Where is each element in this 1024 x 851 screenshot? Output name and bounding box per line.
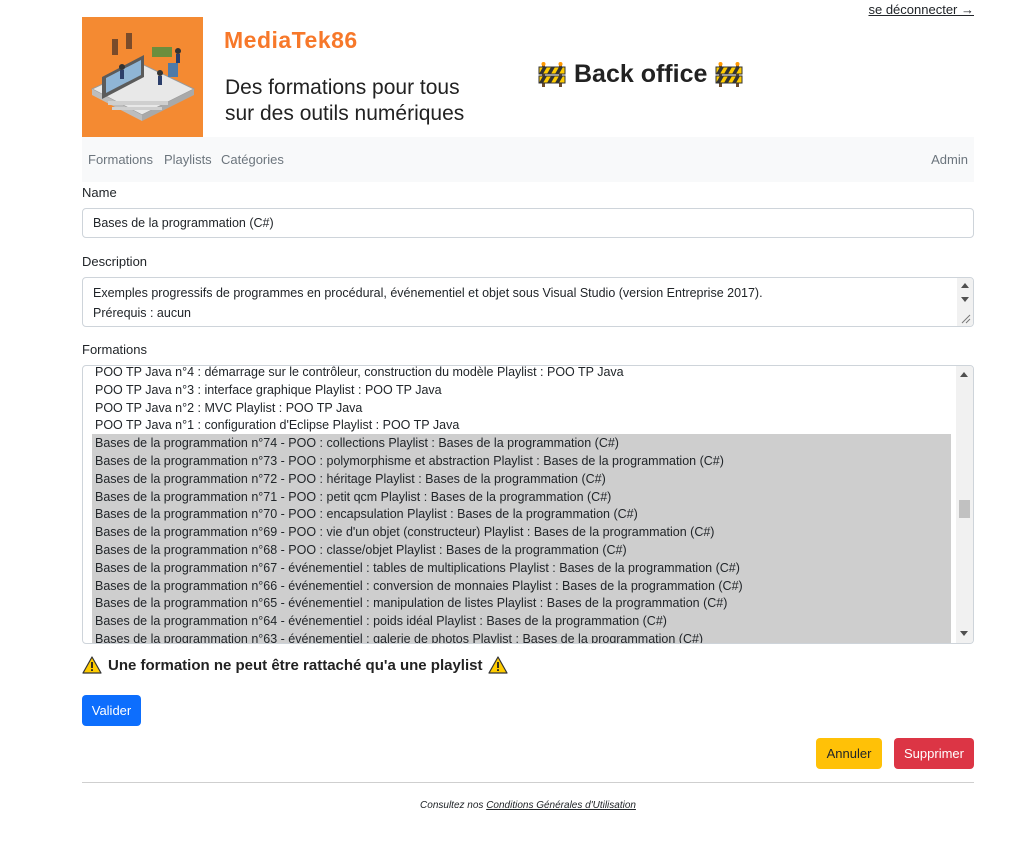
description-line: Prérequis : aucun	[93, 306, 191, 320]
formations-multiselect[interactable]: POO TP Java n°4 : démarrage sur le contr…	[82, 365, 974, 644]
name-field[interactable]: Bases de la programmation (C#)	[82, 208, 974, 238]
nav-item-categories[interactable]: Catégories	[221, 152, 284, 167]
nav-item-playlists[interactable]: Playlists	[164, 152, 212, 167]
formation-option[interactable]: POO TP Java n°2 : MVC Playlist : POO TP …	[92, 399, 951, 417]
formation-option[interactable]: POO TP Java n°3 : interface graphique Pl…	[92, 381, 951, 399]
formation-option[interactable]: Bases de la programmation n°70 - POO : e…	[92, 505, 951, 524]
tagline-line-2: sur des outils numériques	[225, 102, 465, 125]
formation-option[interactable]: POO TP Java n°4 : démarrage sur le contr…	[92, 366, 951, 381]
footer: Consultez nos Conditions Générales d'Uti…	[82, 800, 974, 811]
brand-name: MediaTek86	[224, 27, 358, 53]
name-label: Name	[82, 185, 117, 200]
name-field-value: Bases de la programmation (C#)	[93, 216, 274, 230]
footer-prefix: Consultez nos	[420, 800, 484, 811]
scroll-up-arrow-icon[interactable]	[960, 372, 968, 377]
formation-option[interactable]: Bases de la programmation n°74 - POO : c…	[92, 434, 951, 453]
warning-icon	[488, 656, 509, 674]
formation-option[interactable]: Bases de la programmation n°72 - POO : h…	[92, 469, 951, 488]
scroll-down-arrow-icon[interactable]	[961, 297, 969, 302]
description-field[interactable]: Exemples progressifs de programmes en pr…	[82, 277, 974, 327]
formation-option[interactable]: Bases de la programmation n°73 - POO : p…	[92, 452, 951, 470]
formations-scrollbar[interactable]	[956, 366, 973, 643]
formation-option[interactable]: Bases de la programmation n°71 - POO : p…	[92, 487, 951, 506]
formation-option[interactable]: Bases de la programmation n°67 - événeme…	[92, 558, 951, 577]
logout-link[interactable]: se déconnecter →	[868, 2, 974, 17]
formation-option[interactable]: Bases de la programmation n°64 - événeme…	[92, 612, 951, 631]
tagline: Des formations pour tous sur des outils …	[225, 75, 525, 127]
logo-illustration	[82, 17, 203, 137]
warning-text: Une formation ne peut être rattaché qu'a…	[108, 656, 483, 674]
footer-divider	[82, 782, 974, 783]
formation-option[interactable]: Bases de la programmation n°68 - POO : c…	[92, 541, 951, 559]
formation-option[interactable]: Bases de la programmation n°66 - événeme…	[92, 576, 951, 595]
scroll-down-arrow-icon[interactable]	[960, 631, 968, 636]
resize-handle-icon[interactable]	[960, 313, 971, 324]
formation-option[interactable]: POO TP Java n°1 : configuration d'Eclips…	[92, 416, 951, 434]
warning-icon	[82, 656, 102, 674]
backoffice-title: Back office	[574, 60, 708, 88]
scrollbar-thumb[interactable]	[959, 500, 970, 518]
nav-item-admin[interactable]: Admin	[931, 152, 968, 167]
formations-label: Formations	[82, 342, 148, 357]
cgu-link[interactable]: Conditions Générales d'Utilisation	[486, 800, 636, 811]
cancel-button[interactable]: Annuler	[816, 738, 882, 769]
delete-button[interactable]: Supprimer	[894, 738, 974, 769]
scroll-up-arrow-icon[interactable]	[961, 283, 969, 288]
submit-button[interactable]: Valider	[82, 695, 141, 726]
description-label: Description	[82, 254, 148, 269]
nav-item-formations[interactable]: Formations	[88, 152, 153, 167]
navbar: Formations Playlists Catégories Admin	[82, 137, 974, 182]
description-scrollbar[interactable]	[957, 278, 973, 326]
construction-icon	[715, 61, 743, 87]
formation-option[interactable]: Bases de la programmation n°65 - événeme…	[92, 594, 951, 613]
construction-icon	[538, 61, 566, 87]
playlist-warning: Une formation ne peut être rattaché qu'a…	[82, 656, 509, 674]
backoffice-heading: Back office	[538, 60, 743, 89]
description-line: Exemples progressifs de programmes en pr…	[93, 286, 763, 300]
formation-option[interactable]: Bases de la programmation n°63 - événeme…	[92, 630, 951, 643]
header-banner: MediaTek86 Des formations pour tous sur …	[82, 17, 974, 137]
formation-option[interactable]: Bases de la programmation n°69 - POO : v…	[92, 523, 951, 542]
tagline-line-1: Des formations pour tous	[225, 76, 460, 99]
